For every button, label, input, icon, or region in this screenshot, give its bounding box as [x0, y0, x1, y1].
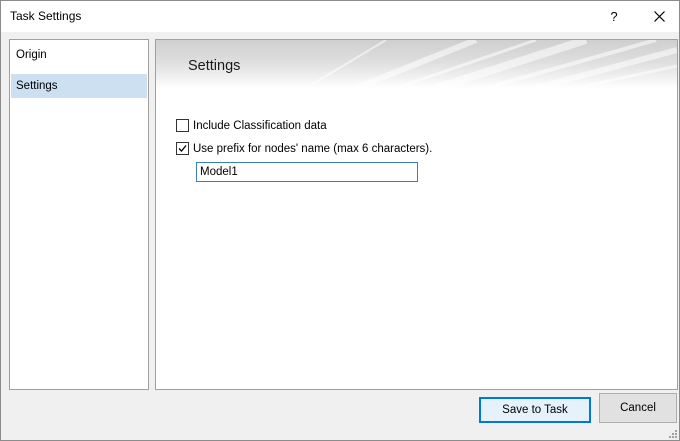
close-icon [654, 11, 665, 22]
task-settings-dialog: Task Settings ? Origin Settings Settings… [0, 0, 680, 441]
sidebar-item-settings[interactable]: Settings [11, 74, 147, 98]
settings-sidebar: Origin Settings [9, 39, 149, 390]
close-button[interactable] [641, 1, 679, 32]
dialog-title: Task Settings [10, 9, 82, 23]
panel-title: Settings [188, 58, 241, 74]
title-bar: Task Settings ? [1, 1, 679, 32]
settings-panel: Settings Include Classification data Use… [155, 39, 678, 390]
include-classification-label: Include Classification data [193, 120, 327, 132]
use-prefix-label: Use prefix for nodes' name (max 6 charac… [193, 143, 433, 155]
sidebar-item-origin[interactable]: Origin [11, 43, 147, 67]
include-classification-checkbox[interactable] [176, 119, 189, 132]
prefix-input[interactable] [196, 162, 418, 182]
cancel-button[interactable]: Cancel [599, 393, 677, 423]
resize-grip-icon[interactable] [669, 430, 677, 438]
use-prefix-checkbox[interactable] [176, 142, 189, 155]
checkmark-icon [178, 145, 187, 152]
help-button[interactable]: ? [597, 1, 631, 32]
panel-header-banner: Settings [156, 40, 677, 88]
save-to-task-button[interactable]: Save to Task [479, 397, 591, 423]
